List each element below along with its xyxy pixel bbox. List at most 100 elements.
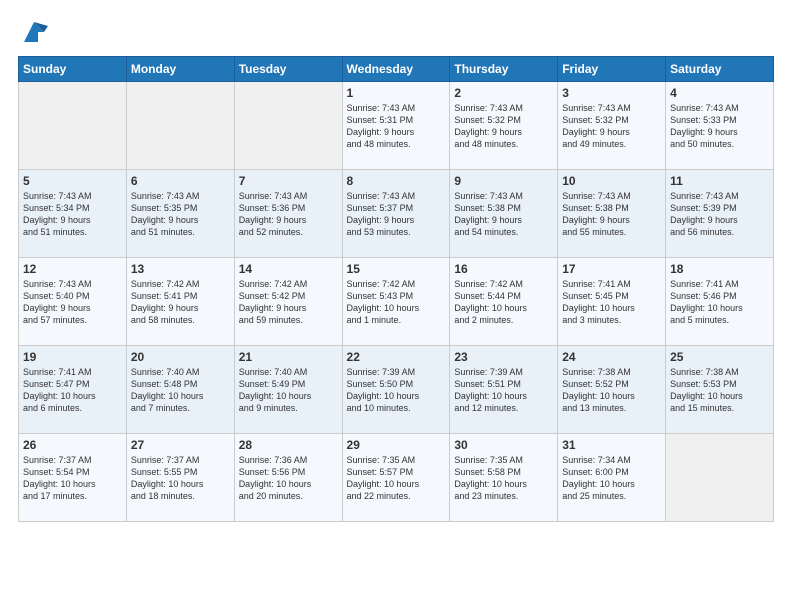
day-number: 12 xyxy=(23,262,122,276)
day-info: Sunrise: 7:43 AM Sunset: 5:34 PM Dayligh… xyxy=(23,190,122,239)
day-number: 13 xyxy=(131,262,230,276)
logo-icon xyxy=(20,18,48,46)
calendar-cell: 31 Sunrise: 7:34 AM Sunset: 6:00 PM Dayli… xyxy=(558,434,666,522)
day-info: Sunrise: 7:43 AM Sunset: 5:39 PM Dayligh… xyxy=(670,190,769,239)
day-info: Sunrise: 7:42 AM Sunset: 5:41 PM Dayligh… xyxy=(131,278,230,327)
calendar-cell: 8 Sunrise: 7:43 AM Sunset: 5:37 PM Daylig… xyxy=(342,170,450,258)
calendar-cell: 15 Sunrise: 7:42 AM Sunset: 5:43 PM Dayli… xyxy=(342,258,450,346)
calendar-cell: 10Sunrise: 7:43 AM Sunset: 5:38 PM Dayli… xyxy=(558,170,666,258)
day-number: 23 xyxy=(454,350,553,364)
day-info: Sunrise: 7:42 AM Sunset: 5:44 PM Dayligh… xyxy=(454,278,553,327)
calendar-cell: 29 Sunrise: 7:35 AM Sunset: 5:57 PM Dayli… xyxy=(342,434,450,522)
day-header-monday: Monday xyxy=(126,57,234,82)
day-info: Sunrise: 7:34 AM Sunset: 6:00 PM Dayligh… xyxy=(562,454,661,503)
calendar-cell: 9 Sunrise: 7:43 AM Sunset: 5:38 PM Daylig… xyxy=(450,170,558,258)
day-number: 29 xyxy=(347,438,446,452)
calendar-week-row: 1 Sunrise: 7:43 AM Sunset: 5:31 PM Daylig… xyxy=(19,82,774,170)
day-info: Sunrise: 7:36 AM Sunset: 5:56 PM Dayligh… xyxy=(239,454,338,503)
logo xyxy=(18,18,48,46)
calendar-cell: 19 Sunrise: 7:41 AM Sunset: 5:47 PM Dayli… xyxy=(19,346,127,434)
calendar-cell: 14Sunrise: 7:42 AM Sunset: 5:42 PM Dayli… xyxy=(234,258,342,346)
day-info: Sunrise: 7:43 AM Sunset: 5:31 PM Dayligh… xyxy=(347,102,446,151)
day-header-friday: Friday xyxy=(558,57,666,82)
day-info: Sunrise: 7:42 AM Sunset: 5:43 PM Dayligh… xyxy=(347,278,446,327)
calendar-cell: 20 Sunrise: 7:40 AM Sunset: 5:48 PM Dayli… xyxy=(126,346,234,434)
calendar-week-row: 12 Sunrise: 7:43 AM Sunset: 5:40 PM Dayli… xyxy=(19,258,774,346)
calendar-cell: 5 Sunrise: 7:43 AM Sunset: 5:34 PM Daylig… xyxy=(19,170,127,258)
day-info: Sunrise: 7:39 AM Sunset: 5:50 PM Dayligh… xyxy=(347,366,446,415)
day-info: Sunrise: 7:41 AM Sunset: 5:46 PM Dayligh… xyxy=(670,278,769,327)
day-info: Sunrise: 7:40 AM Sunset: 5:48 PM Dayligh… xyxy=(131,366,230,415)
calendar-page: SundayMondayTuesdayWednesdayThursdayFrid… xyxy=(0,0,792,612)
day-number: 16 xyxy=(454,262,553,276)
day-number: 27 xyxy=(131,438,230,452)
day-info: Sunrise: 7:38 AM Sunset: 5:52 PM Dayligh… xyxy=(562,366,661,415)
day-number: 31 xyxy=(562,438,661,452)
calendar-table: SundayMondayTuesdayWednesdayThursdayFrid… xyxy=(18,56,774,522)
day-info: Sunrise: 7:41 AM Sunset: 5:45 PM Dayligh… xyxy=(562,278,661,327)
calendar-cell: 22 Sunrise: 7:39 AM Sunset: 5:50 PM Dayli… xyxy=(342,346,450,434)
day-number: 19 xyxy=(23,350,122,364)
day-number: 7 xyxy=(239,174,338,188)
calendar-cell: 17 Sunrise: 7:41 AM Sunset: 5:45 PM Dayli… xyxy=(558,258,666,346)
day-header-tuesday: Tuesday xyxy=(234,57,342,82)
day-info: Sunrise: 7:37 AM Sunset: 5:54 PM Dayligh… xyxy=(23,454,122,503)
day-number: 28 xyxy=(239,438,338,452)
day-info: Sunrise: 7:41 AM Sunset: 5:47 PM Dayligh… xyxy=(23,366,122,415)
day-number: 2 xyxy=(454,86,553,100)
day-header-wednesday: Wednesday xyxy=(342,57,450,82)
day-header-sunday: Sunday xyxy=(19,57,127,82)
day-info: Sunrise: 7:43 AM Sunset: 5:32 PM Dayligh… xyxy=(562,102,661,151)
calendar-cell: 6 Sunrise: 7:43 AM Sunset: 5:35 PM Daylig… xyxy=(126,170,234,258)
day-header-saturday: Saturday xyxy=(666,57,774,82)
calendar-cell: 12 Sunrise: 7:43 AM Sunset: 5:40 PM Dayli… xyxy=(19,258,127,346)
day-info: Sunrise: 7:39 AM Sunset: 5:51 PM Dayligh… xyxy=(454,366,553,415)
day-number: 17 xyxy=(562,262,661,276)
day-number: 9 xyxy=(454,174,553,188)
day-number: 15 xyxy=(347,262,446,276)
day-info: Sunrise: 7:35 AM Sunset: 5:58 PM Dayligh… xyxy=(454,454,553,503)
day-info: Sunrise: 7:43 AM Sunset: 5:32 PM Dayligh… xyxy=(454,102,553,151)
day-number: 20 xyxy=(131,350,230,364)
calendar-cell: 18 Sunrise: 7:41 AM Sunset: 5:46 PM Dayli… xyxy=(666,258,774,346)
day-info: Sunrise: 7:43 AM Sunset: 5:38 PM Dayligh… xyxy=(454,190,553,239)
calendar-cell: 2 Sunrise: 7:43 AM Sunset: 5:32 PM Daylig… xyxy=(450,82,558,170)
calendar-cell xyxy=(234,82,342,170)
calendar-cell: 23 Sunrise: 7:39 AM Sunset: 5:51 PM Dayli… xyxy=(450,346,558,434)
calendar-cell: 11Sunrise: 7:43 AM Sunset: 5:39 PM Dayli… xyxy=(666,170,774,258)
day-number: 6 xyxy=(131,174,230,188)
day-number: 24 xyxy=(562,350,661,364)
calendar-cell: 1 Sunrise: 7:43 AM Sunset: 5:31 PM Daylig… xyxy=(342,82,450,170)
day-number: 22 xyxy=(347,350,446,364)
calendar-cell xyxy=(19,82,127,170)
day-info: Sunrise: 7:43 AM Sunset: 5:40 PM Dayligh… xyxy=(23,278,122,327)
calendar-cell xyxy=(666,434,774,522)
day-number: 18 xyxy=(670,262,769,276)
calendar-week-row: 19 Sunrise: 7:41 AM Sunset: 5:47 PM Dayli… xyxy=(19,346,774,434)
calendar-header-row: SundayMondayTuesdayWednesdayThursdayFrid… xyxy=(19,57,774,82)
day-info: Sunrise: 7:43 AM Sunset: 5:35 PM Dayligh… xyxy=(131,190,230,239)
day-number: 1 xyxy=(347,86,446,100)
header xyxy=(18,18,774,46)
calendar-cell xyxy=(126,82,234,170)
day-number: 25 xyxy=(670,350,769,364)
day-header-thursday: Thursday xyxy=(450,57,558,82)
day-number: 8 xyxy=(347,174,446,188)
day-info: Sunrise: 7:43 AM Sunset: 5:33 PM Dayligh… xyxy=(670,102,769,151)
day-info: Sunrise: 7:43 AM Sunset: 5:36 PM Dayligh… xyxy=(239,190,338,239)
calendar-cell: 7 Sunrise: 7:43 AM Sunset: 5:36 PM Daylig… xyxy=(234,170,342,258)
day-number: 21 xyxy=(239,350,338,364)
day-number: 4 xyxy=(670,86,769,100)
logo-area xyxy=(18,18,48,46)
calendar-cell: 30Sunrise: 7:35 AM Sunset: 5:58 PM Dayli… xyxy=(450,434,558,522)
day-info: Sunrise: 7:35 AM Sunset: 5:57 PM Dayligh… xyxy=(347,454,446,503)
day-number: 5 xyxy=(23,174,122,188)
day-number: 10 xyxy=(562,174,661,188)
day-number: 26 xyxy=(23,438,122,452)
calendar-cell: 3 Sunrise: 7:43 AM Sunset: 5:32 PM Daylig… xyxy=(558,82,666,170)
day-info: Sunrise: 7:43 AM Sunset: 5:37 PM Dayligh… xyxy=(347,190,446,239)
calendar-cell: 4 Sunrise: 7:43 AM Sunset: 5:33 PM Daylig… xyxy=(666,82,774,170)
calendar-cell: 24 Sunrise: 7:38 AM Sunset: 5:52 PM Dayli… xyxy=(558,346,666,434)
day-number: 3 xyxy=(562,86,661,100)
day-info: Sunrise: 7:37 AM Sunset: 5:55 PM Dayligh… xyxy=(131,454,230,503)
